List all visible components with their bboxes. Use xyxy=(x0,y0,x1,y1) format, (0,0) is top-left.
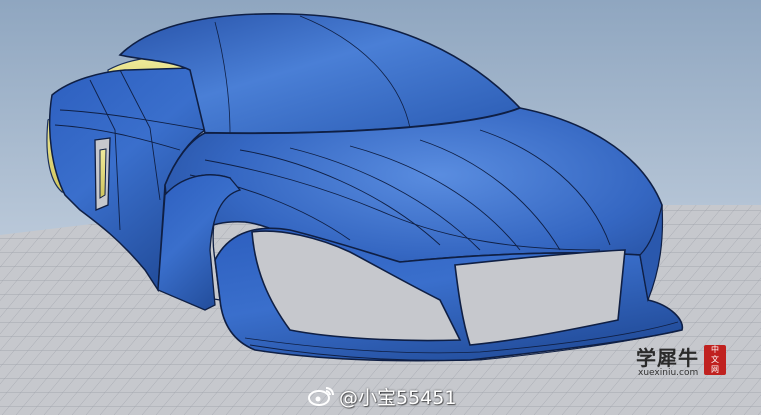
site-logo: 学犀牛 中文网 xuexiniu.com xyxy=(636,338,728,382)
logo-stamp-text: 中文网 xyxy=(711,345,719,374)
logo-stamp: 中文网 xyxy=(704,345,726,375)
3d-viewport[interactable]: 学犀牛 中文网 xuexiniu.com @小宝55451 xyxy=(0,0,761,415)
watermark-text: @小宝55451 xyxy=(339,386,457,409)
weibo-watermark: @小宝55451 xyxy=(307,382,456,410)
logo-main-text: 学犀牛 xyxy=(636,346,699,370)
logo-url: xuexiniu.com xyxy=(638,368,699,378)
weibo-icon xyxy=(308,387,334,406)
